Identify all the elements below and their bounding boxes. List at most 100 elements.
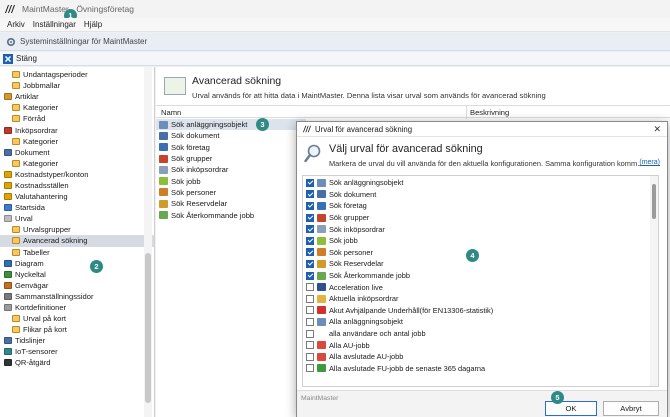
checkbox[interactable]	[306, 190, 314, 199]
dialog-footer: MaintMaster OK Avbryt	[297, 390, 667, 417]
sidebar-item[interactable]: IoT-sensorer	[0, 346, 154, 357]
checklist-row: Sök dokument	[303, 189, 658, 201]
checkbox[interactable]	[306, 178, 314, 187]
checklist-scrollbar[interactable]	[650, 176, 658, 386]
sidebar-item[interactable]: Artiklar	[0, 91, 154, 102]
sidebar-item[interactable]: Startsida	[0, 202, 154, 213]
cart-icon	[159, 165, 168, 174]
checklist-label: Sök personer	[329, 247, 373, 257]
cart-icon	[4, 126, 12, 134]
search-list-label: Sök personer	[171, 187, 217, 197]
sidebar-item[interactable]: Nyckeltal	[0, 269, 154, 280]
sidebar-item[interactable]: Kategorier	[0, 102, 154, 113]
column-name[interactable]: Namn	[161, 108, 181, 117]
sidebar-item-label: Flikar på kort	[23, 325, 67, 335]
dialog-close-icon[interactable]: ✕	[653, 124, 661, 135]
sidebar-item-label: Kategorier	[23, 158, 59, 168]
checkbox[interactable]	[306, 259, 314, 268]
more-link[interactable]: (mera)	[639, 159, 660, 166]
search-list-label: Sök Återkommande jobb	[171, 210, 255, 220]
checkbox[interactable]	[306, 352, 314, 361]
play-icon	[317, 352, 326, 361]
checkbox[interactable]	[306, 248, 314, 257]
checklist-label: Sök inköpsordrar	[329, 224, 385, 234]
search-list-item[interactable]: Sök anläggningsobjekt	[156, 119, 306, 131]
search-list-item[interactable]: Sök jobb	[156, 175, 306, 186]
search-list-item[interactable]: Sök personer	[156, 187, 306, 198]
close-button[interactable]: Stäng	[3, 53, 37, 64]
sidebar-item[interactable]: Jobbmallar	[0, 80, 154, 91]
checklist-row: Acceleration live	[303, 281, 658, 293]
sidebar-item-label: Förråd	[23, 114, 46, 124]
checkbox[interactable]	[306, 317, 314, 326]
sidebar-item[interactable]: Valutahantering	[0, 191, 154, 202]
search-list-label: Sök grupper	[171, 154, 213, 164]
search-list-item[interactable]: Sök dokument	[156, 130, 306, 141]
app-titlebar: MaintMaster - Övningsföretag	[0, 0, 670, 18]
checkbox[interactable]	[306, 364, 314, 373]
sidebar-item[interactable]: Flikar på kort	[0, 324, 154, 335]
sidebar-item[interactable]: Kategorier	[0, 158, 154, 169]
job-icon	[159, 177, 168, 186]
sidebar-item-label: Kostnadstyper/konton	[15, 169, 89, 179]
sidebar-item[interactable]: QR-åtgärd	[0, 357, 154, 368]
sidebar-item[interactable]: Kostnadsställen	[0, 180, 154, 191]
close-label: Stäng	[16, 54, 37, 63]
cancel-button[interactable]: Avbryt	[603, 401, 659, 416]
checkbox[interactable]	[306, 294, 314, 303]
sidebar-item[interactable]: Tabeller	[0, 247, 154, 258]
checkbox[interactable]	[306, 236, 314, 245]
menu-hjalp[interactable]: Hjälp	[80, 20, 106, 29]
wrench-icon	[4, 93, 12, 101]
sidebar-item[interactable]: Förråd	[0, 113, 154, 124]
coins-icon	[4, 181, 12, 189]
sidebar-item[interactable]: Avancerad sökning	[0, 235, 154, 247]
checklist-row: Sök Reservdelar	[303, 258, 658, 270]
checkbox[interactable]	[306, 283, 314, 292]
checkbox[interactable]	[306, 271, 314, 280]
search-list-item[interactable]: Sök Reservdelar	[156, 198, 306, 209]
checklist-row: Sök jobb	[303, 235, 658, 247]
checklist-row: Sök företag	[303, 200, 658, 212]
sidebar-item[interactable]: Urval	[0, 213, 154, 224]
sidebar-item[interactable]: Kategorier	[0, 136, 154, 147]
close-x-icon	[3, 53, 13, 64]
sidebar-item[interactable]: Undantagsperioder	[0, 69, 154, 80]
checkbox[interactable]	[306, 201, 314, 210]
sidebar-item-label: Tabeller	[23, 247, 50, 257]
sidebar-item-label: Kortdefinitioner	[15, 303, 67, 313]
step-badge-4: 4	[466, 249, 479, 262]
search-list-item[interactable]: Sök grupper	[156, 153, 306, 164]
checkbox[interactable]	[306, 213, 314, 222]
checklist-row: Alla avslutade AU-jobb	[303, 351, 658, 363]
checkbox[interactable]	[306, 341, 314, 350]
checklist-row: Alla AU-jobb	[303, 339, 658, 351]
sidebar-item[interactable]: Urvalsgrupper	[0, 224, 154, 235]
search-list-item[interactable]: Sök Återkommande jobb	[156, 209, 306, 220]
sidebar-item[interactable]: Genvägar	[0, 280, 154, 291]
sidebar-item[interactable]: Inköpsordrar	[0, 124, 154, 135]
checkbox[interactable]	[306, 329, 314, 338]
sidebar-item[interactable]: Tidslinjer	[0, 335, 154, 346]
sidebar-item[interactable]: Diagram	[0, 258, 154, 269]
checkbox[interactable]	[306, 306, 314, 315]
checklist-label: Alla anläggningsobjekt	[329, 317, 403, 327]
menu-installningar[interactable]: Inställningar	[29, 20, 80, 29]
ok-button[interactable]: OK	[545, 401, 597, 416]
sidebar-item[interactable]: Dokument	[0, 147, 154, 158]
search-list-item[interactable]: Sök företag	[156, 142, 306, 153]
sidebar-item[interactable]: Kostnadstyper/konton	[0, 169, 154, 180]
person-icon	[317, 248, 326, 257]
column-description[interactable]: Beskrivning	[470, 108, 509, 117]
dialog-description: Markera de urval du vill använda för den…	[329, 159, 645, 168]
sidebar-scrollbar[interactable]	[144, 67, 152, 417]
sidebar-item-label: Kostnadsställen	[15, 180, 69, 190]
sidebar-item[interactable]: Kortdefinitioner	[0, 302, 154, 313]
checkbox[interactable]	[306, 225, 314, 234]
checklist-row: Alla avslutade FU-jobb de senaste 365 da…	[303, 363, 658, 375]
menu-arkiv[interactable]: Arkiv	[3, 20, 29, 29]
search-list-item[interactable]: Sök inköpsordrar	[156, 164, 306, 175]
sidebar-item[interactable]: Urval på kort	[0, 313, 154, 324]
gauge-icon	[4, 270, 12, 278]
sidebar-item[interactable]: Sammanställningssidor	[0, 291, 154, 302]
